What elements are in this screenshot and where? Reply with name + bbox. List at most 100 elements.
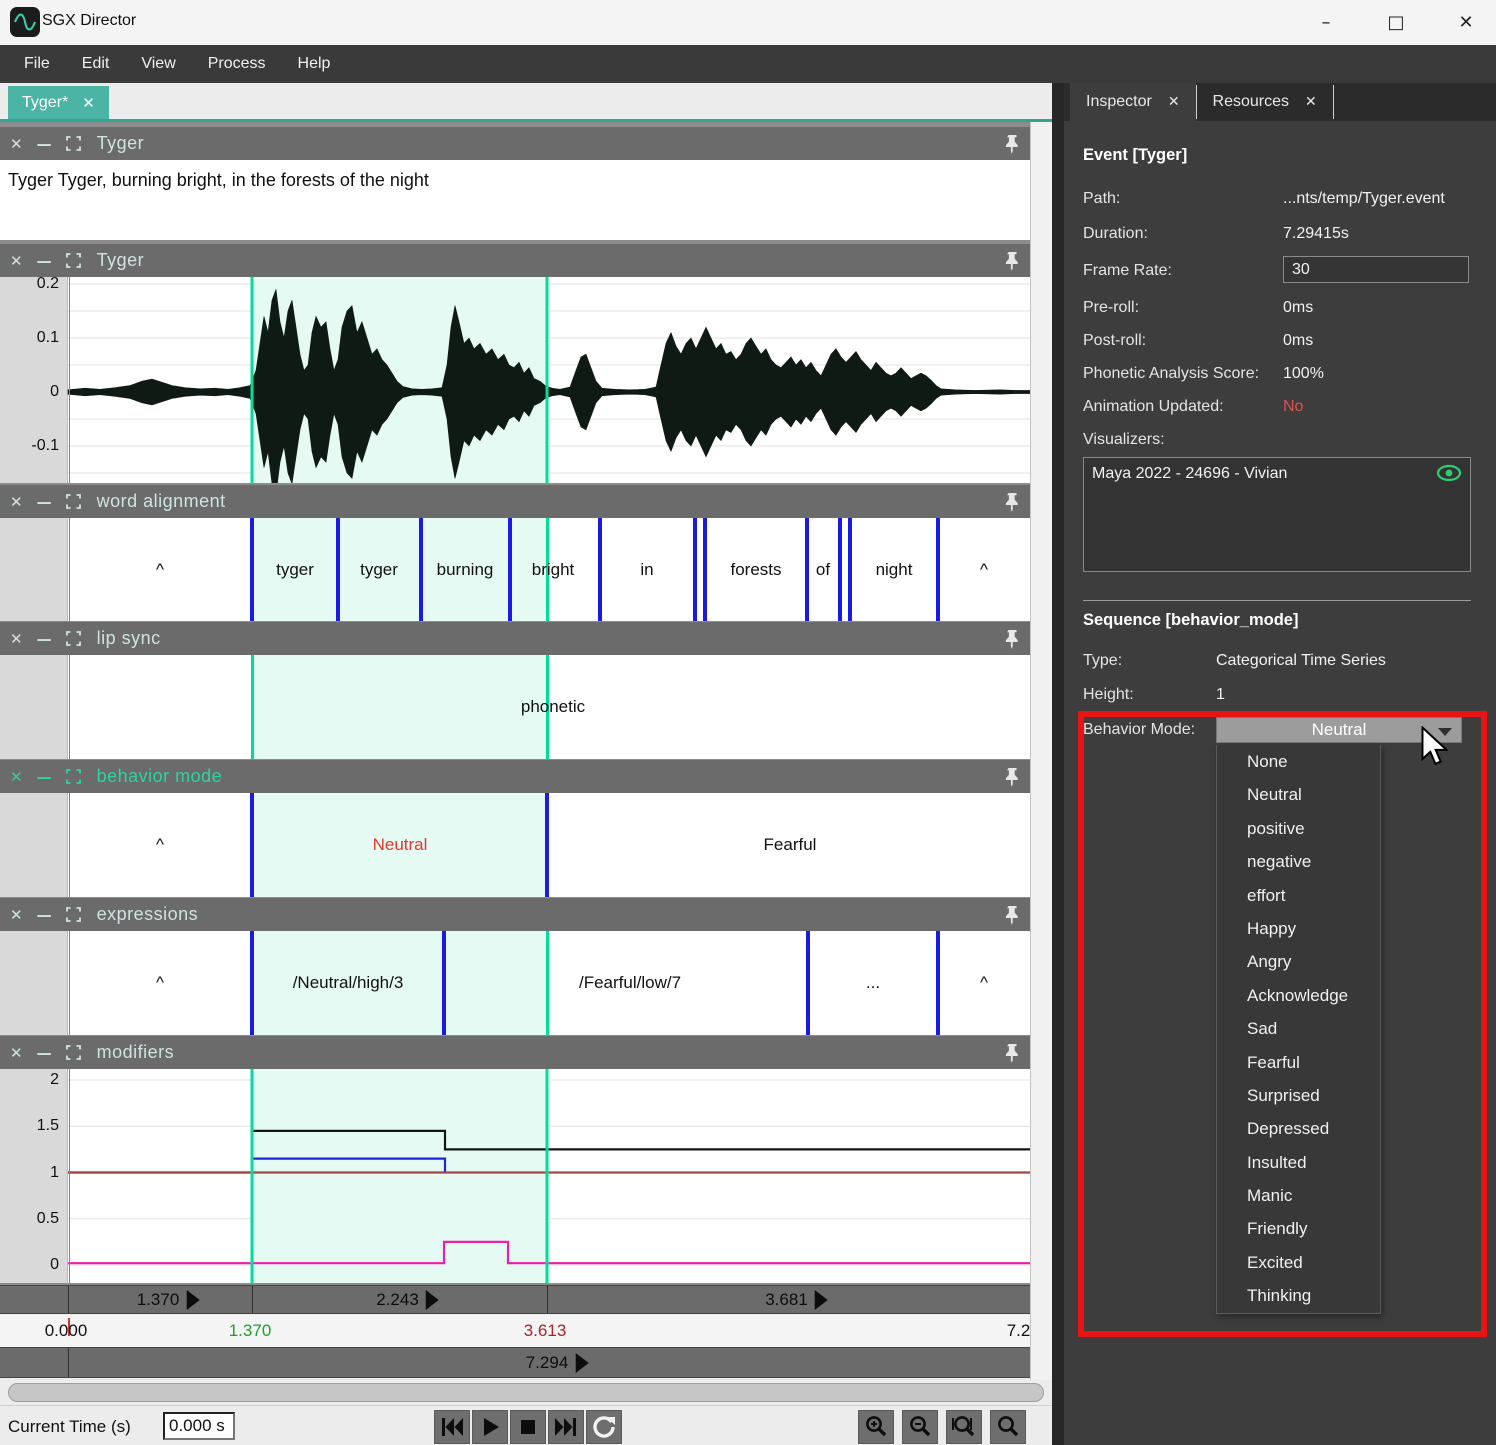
dropdown-option-effort[interactable]: effort (1217, 879, 1380, 912)
track-header-tyger-waveform[interactable]: ✕—Tyger (0, 244, 1030, 277)
dropdown-option-friendly[interactable]: Friendly (1217, 1212, 1380, 1245)
track-expand-icon[interactable] (66, 907, 81, 922)
panel-tab-close-icon[interactable]: ✕ (1168, 94, 1180, 110)
track-minimize-icon[interactable]: — (37, 135, 52, 153)
track-expand-icon[interactable] (66, 769, 81, 784)
cell-boundary[interactable] (250, 931, 254, 1035)
dropdown-option-angry[interactable]: Angry (1217, 945, 1380, 978)
dropdown-option-positive[interactable]: positive (1217, 812, 1380, 845)
skip-end-button[interactable] (548, 1410, 584, 1444)
track-body-behavior-mode[interactable]: ^NeutralFearful (0, 793, 1030, 897)
timeline-segment[interactable]: 1.370 (137, 1290, 200, 1310)
track-minimize-icon[interactable]: — (37, 768, 52, 786)
cell-boundary[interactable] (598, 518, 602, 621)
track-expand-icon[interactable] (66, 136, 81, 151)
visualizer-list[interactable]: Maya 2022 - 24696 - Vivian (1083, 457, 1471, 572)
pin-icon[interactable] (1003, 492, 1022, 512)
pin-icon[interactable] (1003, 905, 1022, 925)
horizontal-scrollbar-thumb[interactable] (8, 1383, 1044, 1402)
cell-boundary[interactable] (250, 793, 254, 897)
track-expand-icon[interactable] (66, 494, 81, 509)
close-button[interactable]: ✕ (1434, 0, 1496, 45)
track-expand-icon[interactable] (66, 253, 81, 268)
timeline-segment[interactable]: 7.294 (526, 1353, 589, 1373)
cell-boundary[interactable] (442, 931, 446, 1035)
dropdown-option-none[interactable]: None (1217, 745, 1380, 778)
panel-splitter[interactable] (1052, 83, 1064, 1445)
segment-play-icon[interactable] (815, 1290, 828, 1310)
track-header-word-alignment[interactable]: ✕—word alignment (0, 485, 1030, 518)
cell-boundary[interactable] (936, 931, 940, 1035)
menu-view[interactable]: View (127, 49, 189, 79)
segment-play-icon[interactable] (186, 1290, 199, 1310)
frame-rate-input[interactable] (1283, 256, 1469, 283)
track-minimize-icon[interactable]: — (37, 493, 52, 511)
track-minimize-icon[interactable]: — (37, 906, 52, 924)
track-body-lip-sync[interactable]: phonetic (0, 655, 1030, 759)
panel-tab-inspector[interactable]: Inspector✕ (1070, 83, 1196, 121)
track-header-lip-sync[interactable]: ✕—lip sync (0, 622, 1030, 655)
zoom-selection-button[interactable] (946, 1410, 982, 1444)
vertical-scrollbar[interactable] (1030, 122, 1052, 1380)
segment-play-icon[interactable] (426, 1290, 439, 1310)
selection-boundary[interactable] (251, 655, 254, 759)
track-body-modifiers[interactable]: 21.510.50 (0, 1069, 1030, 1283)
menu-edit[interactable]: Edit (68, 49, 124, 79)
pin-icon[interactable] (1003, 629, 1022, 649)
dropdown-option-sad[interactable]: Sad (1217, 1012, 1380, 1045)
track-body-word-alignment[interactable]: ^tygertygerburningbrightinforestsofnight… (0, 518, 1030, 621)
track-minimize-icon[interactable]: — (37, 630, 52, 648)
zoom-all-button[interactable] (990, 1410, 1026, 1444)
cell-boundary[interactable] (848, 518, 852, 621)
loop-button[interactable] (586, 1410, 622, 1444)
track-close-icon[interactable]: ✕ (10, 630, 23, 648)
track-header-tyger-text[interactable]: ✕—Tyger (0, 127, 1030, 160)
track-body-expressions[interactable]: ^/Neutral/high/3/Fearful/low/7...^ (0, 931, 1030, 1035)
visualizer-item[interactable]: Maya 2022 - 24696 - Vivian (1092, 465, 1287, 483)
dropdown-option-thinking[interactable]: Thinking (1217, 1279, 1380, 1312)
pin-icon[interactable] (1003, 134, 1022, 154)
track-header-expressions[interactable]: ✕—expressions (0, 898, 1030, 931)
track-close-icon[interactable]: ✕ (10, 906, 23, 924)
track-close-icon[interactable]: ✕ (10, 1044, 23, 1062)
timeline-segment[interactable]: 2.243 (376, 1290, 439, 1310)
visibility-eye-icon[interactable] (1436, 463, 1462, 483)
play-button[interactable] (472, 1410, 508, 1444)
panel-tab-close-icon[interactable]: ✕ (1305, 94, 1317, 110)
time-ruler[interactable]: 0.0001.3703.6137.294 (0, 1315, 1052, 1347)
cell-boundary[interactable] (805, 518, 809, 621)
skip-start-button[interactable] (434, 1410, 470, 1444)
stop-button[interactable] (510, 1410, 546, 1444)
pin-icon[interactable] (1003, 1043, 1022, 1063)
cell-boundary[interactable] (703, 518, 707, 621)
menu-process[interactable]: Process (194, 49, 280, 79)
timeline-total-row[interactable]: 7.294 (0, 1347, 1052, 1378)
segment-play-icon[interactable] (575, 1353, 588, 1373)
cell-boundary[interactable] (508, 518, 512, 621)
horizontal-scrollbar[interactable] (0, 1380, 1052, 1405)
menu-help[interactable]: Help (284, 49, 345, 79)
dropdown-option-fearful[interactable]: Fearful (1217, 1046, 1380, 1079)
track-header-behavior-mode[interactable]: ✕—behavior mode (0, 760, 1030, 793)
minimize-button[interactable]: – (1294, 0, 1358, 45)
maximize-button[interactable]: □ (1364, 0, 1428, 45)
current-time-input[interactable] (163, 1412, 235, 1440)
menu-file[interactable]: File (10, 49, 64, 79)
cell-boundary[interactable] (838, 518, 842, 621)
cell-boundary[interactable] (806, 931, 810, 1035)
track-close-icon[interactable]: ✕ (10, 252, 23, 270)
dropdown-option-acknowledge[interactable]: Acknowledge (1217, 979, 1380, 1012)
cell-boundary[interactable] (936, 518, 940, 621)
dropdown-option-manic[interactable]: Manic (1217, 1179, 1380, 1212)
track-header-modifiers[interactable]: ✕—modifiers (0, 1036, 1030, 1069)
dropdown-option-negative[interactable]: negative (1217, 845, 1380, 878)
zoom-in-button[interactable] (858, 1410, 894, 1444)
selection-boundary[interactable] (546, 931, 549, 1035)
cell-boundary[interactable] (419, 518, 423, 621)
track-body-tyger-waveform[interactable]: 0.20.10-0.1 (0, 277, 1030, 483)
track-close-icon[interactable]: ✕ (10, 493, 23, 511)
cell-boundary[interactable] (250, 518, 254, 621)
zoom-out-button[interactable] (902, 1410, 938, 1444)
cell-boundary[interactable] (545, 793, 549, 897)
track-body-tyger-text[interactable]: Tyger Tyger, burning bright, in the fore… (0, 160, 1030, 240)
